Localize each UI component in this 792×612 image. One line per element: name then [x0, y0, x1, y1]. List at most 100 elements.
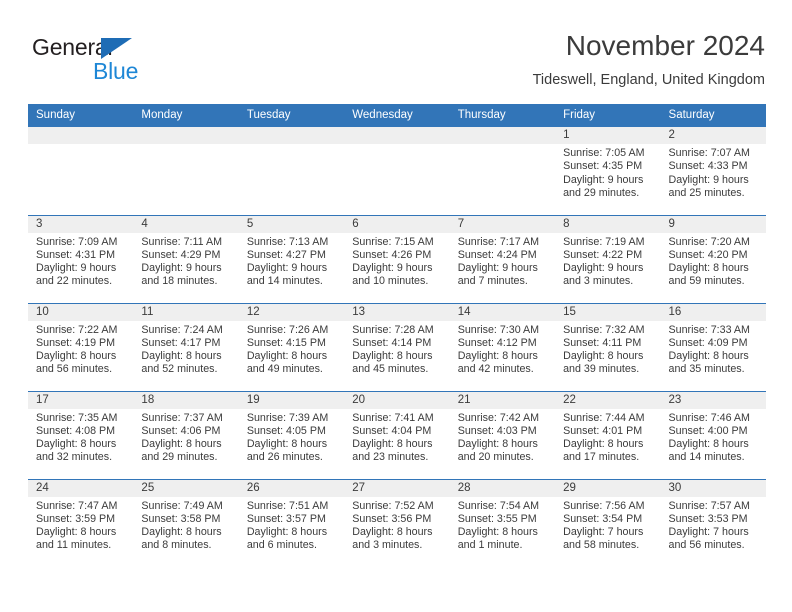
calendar-day-cell[interactable]: 10 Sunrise: 7:22 AM Sunset: 4:19 PM Dayligh…	[28, 302, 134, 391]
sunset-text: Sunset: 4:04 PM	[352, 424, 432, 437]
calendar-week-row: 1 Sunrise: 7:05 AM Sunset: 4:35 PM Daylight…	[28, 127, 766, 215]
calendar-day-cell[interactable]: 24 Sunrise: 7:47 AM Sunset: 3:59 PM Dayligh…	[28, 478, 134, 567]
sunset-text: Sunset: 3:57 PM	[246, 512, 326, 525]
day-number: 11	[133, 303, 239, 321]
daylight-text: Daylight: 8 hours and 49 minutes.	[246, 350, 328, 376]
calendar-day-cell[interactable]: 30 Sunrise: 7:57 AM Sunset: 3:53 PM Dayligh…	[660, 478, 766, 567]
sunrise-text: Sunrise: 7:41 AM	[352, 411, 434, 424]
day-number	[344, 127, 450, 144]
calendar-day-cell[interactable]: 12 Sunrise: 7:26 AM Sunset: 4:15 PM Dayligh…	[238, 302, 345, 391]
calendar-day-cell[interactable]: 16 Sunrise: 7:33 AM Sunset: 4:09 PM Dayligh…	[660, 302, 766, 391]
day-number: 18	[133, 391, 239, 409]
weekday-header-tuesday: Tuesday	[238, 104, 345, 127]
weekday-header-sunday: Sunday	[28, 104, 134, 127]
calendar-day-cell[interactable]: 8 Sunrise: 7:19 AM Sunset: 4:22 PM Daylight…	[555, 214, 661, 303]
day-number: 2	[660, 127, 766, 144]
sunrise-text: Sunrise: 7:30 AM	[457, 323, 540, 336]
sunrise-text: Sunrise: 7:26 AM	[246, 323, 329, 336]
daylight-text: Daylight: 8 hours and 52 minutes.	[141, 350, 222, 376]
weekday-header-wednesday: Wednesday	[344, 104, 450, 127]
daylight-text: Daylight: 8 hours and 20 minutes.	[457, 438, 538, 464]
sunset-text: Sunset: 4:05 PM	[246, 424, 326, 437]
sunset-text: Sunset: 4:35 PM	[563, 160, 643, 173]
sunrise-text: Sunrise: 7:44 AM	[563, 411, 645, 424]
calendar-day-cell[interactable]: 20 Sunrise: 7:41 AM Sunset: 4:04 PM Dayligh…	[344, 390, 450, 479]
day-number: 30	[660, 479, 766, 497]
calendar-day-cell[interactable]: 21 Sunrise: 7:42 AM Sunset: 4:03 PM Dayligh…	[449, 390, 556, 479]
day-details: Sunrise: 7:22 AM Sunset: 4:19 PM Daylight:…	[28, 321, 133, 377]
calendar-day-cell-empty	[238, 127, 345, 215]
calendar-day-cell[interactable]: 18 Sunrise: 7:37 AM Sunset: 4:06 PM Dayligh…	[133, 390, 239, 479]
day-number: 25	[133, 479, 239, 497]
day-details: Sunrise: 7:44 AM Sunset: 4:01 PM Daylight:…	[555, 409, 660, 465]
calendar-day-cell[interactable]: 19 Sunrise: 7:39 AM Sunset: 4:05 PM Dayligh…	[238, 390, 345, 479]
weekday-header-friday: Friday	[555, 104, 661, 127]
sunset-text: Sunset: 3:54 PM	[563, 512, 643, 525]
day-details: Sunrise: 7:13 AM Sunset: 4:27 PM Daylight:…	[239, 233, 344, 289]
calendar-day-cell[interactable]: 22 Sunrise: 7:44 AM Sunset: 4:01 PM Dayligh…	[555, 390, 661, 479]
sunrise-text: Sunrise: 7:05 AM	[563, 147, 645, 159]
daylight-text: Daylight: 8 hours and 17 minutes.	[563, 438, 644, 464]
calendar-day-cell[interactable]: 1 Sunrise: 7:05 AM Sunset: 4:35 PM Daylight…	[555, 127, 661, 215]
sunrise-text: Sunrise: 7:46 AM	[668, 411, 750, 424]
calendar-day-cell[interactable]: 17 Sunrise: 7:35 AM Sunset: 4:08 PM Dayligh…	[28, 390, 134, 479]
calendar-day-cell[interactable]: 25 Sunrise: 7:49 AM Sunset: 3:58 PM Dayligh…	[133, 478, 239, 567]
daylight-text: Daylight: 8 hours and 8 minutes.	[141, 526, 222, 552]
calendar-day-cell[interactable]: 5 Sunrise: 7:13 AM Sunset: 4:27 PM Daylight…	[238, 214, 345, 303]
calendar-week-row: 10 Sunrise: 7:22 AM Sunset: 4:19 PM Dayligh…	[28, 302, 766, 391]
daylight-text: Daylight: 7 hours and 58 minutes.	[563, 526, 644, 552]
sunset-text: Sunset: 4:33 PM	[668, 160, 748, 173]
location-subtitle: Tideswell, England, United Kingdom	[532, 72, 765, 88]
day-number: 13	[344, 303, 450, 321]
calendar-week-row: 24 Sunrise: 7:47 AM Sunset: 3:59 PM Dayligh…	[28, 478, 766, 567]
weekday-header-thursday: Thursday	[449, 104, 556, 127]
daylight-text: Daylight: 8 hours and 14 minutes.	[668, 438, 749, 464]
calendar-day-cell[interactable]: 9 Sunrise: 7:20 AM Sunset: 4:20 PM Daylight…	[660, 214, 766, 303]
calendar-day-cell[interactable]: 6 Sunrise: 7:15 AM Sunset: 4:26 PM Daylight…	[344, 214, 450, 303]
calendar-day-cell[interactable]: 7 Sunrise: 7:17 AM Sunset: 4:24 PM Daylight…	[449, 214, 556, 303]
calendar-day-cell[interactable]: 3 Sunrise: 7:09 AM Sunset: 4:31 PM Daylight…	[28, 214, 134, 303]
sunset-text: Sunset: 3:58 PM	[141, 512, 221, 525]
day-number	[133, 127, 239, 144]
sunrise-text: Sunrise: 7:11 AM	[141, 235, 223, 248]
day-number: 5	[238, 215, 345, 233]
daylight-text: Daylight: 8 hours and 6 minutes.	[246, 526, 328, 552]
calendar-day-cell[interactable]: 2 Sunrise: 7:07 AM Sunset: 4:33 PM Daylight…	[660, 127, 766, 215]
calendar-week-row: 17 Sunrise: 7:35 AM Sunset: 4:08 PM Dayligh…	[28, 390, 766, 479]
day-number: 27	[344, 479, 450, 497]
calendar-day-cell[interactable]: 27 Sunrise: 7:52 AM Sunset: 3:56 PM Dayligh…	[344, 478, 450, 567]
page-title: November 2024	[565, 30, 765, 61]
sunrise-text: Sunrise: 7:37 AM	[141, 411, 223, 424]
sunrise-text: Sunrise: 7:20 AM	[668, 235, 750, 248]
sunrise-text: Sunrise: 7:22 AM	[36, 323, 118, 336]
calendar-day-cell[interactable]: 29 Sunrise: 7:56 AM Sunset: 3:54 PM Dayligh…	[555, 478, 661, 567]
sunrise-text: Sunrise: 7:42 AM	[457, 411, 540, 424]
calendar-day-cell[interactable]: 26 Sunrise: 7:51 AM Sunset: 3:57 PM Dayligh…	[238, 478, 345, 567]
calendar-day-cell[interactable]: 14 Sunrise: 7:30 AM Sunset: 4:12 PM Dayligh…	[449, 302, 556, 391]
calendar-day-cell[interactable]: 11 Sunrise: 7:24 AM Sunset: 4:17 PM Dayligh…	[133, 302, 239, 391]
weekday-header-saturday: Saturday	[660, 104, 766, 127]
general-blue-logo[interactable]: General Blue	[32, 34, 192, 90]
day-number: 15	[555, 303, 661, 321]
weekday-header-monday: Monday	[133, 104, 239, 127]
calendar-day-cell[interactable]: 15 Sunrise: 7:32 AM Sunset: 4:11 PM Dayligh…	[555, 302, 661, 391]
calendar-day-cell[interactable]: 23 Sunrise: 7:46 AM Sunset: 4:00 PM Dayligh…	[660, 390, 766, 479]
calendar-day-cell[interactable]: 4 Sunrise: 7:11 AM Sunset: 4:29 PM Daylight…	[133, 214, 239, 303]
day-details: Sunrise: 7:15 AM Sunset: 4:26 PM Daylight:…	[344, 233, 449, 289]
calendar-day-cell-empty	[344, 127, 450, 215]
calendar-header-row: Sunday Monday Tuesday Wednesday Thursday Frid…	[28, 104, 766, 127]
day-details: Sunrise: 7:37 AM Sunset: 4:06 PM Daylight:…	[133, 409, 238, 465]
sunrise-text: Sunrise: 7:19 AM	[563, 235, 645, 248]
day-number: 22	[555, 391, 661, 409]
calendar-day-cell[interactable]: 28 Sunrise: 7:54 AM Sunset: 3:55 PM Dayligh…	[449, 478, 556, 567]
day-details: Sunrise: 7:52 AM Sunset: 3:56 PM Daylight:…	[344, 497, 449, 553]
sunset-text: Sunset: 4:24 PM	[457, 248, 537, 261]
daylight-text: Daylight: 9 hours and 22 minutes.	[36, 262, 117, 288]
daylight-text: Daylight: 8 hours and 3 minutes.	[352, 526, 433, 552]
sunrise-text: Sunrise: 7:56 AM	[563, 499, 645, 512]
calendar-day-cell[interactable]: 13 Sunrise: 7:28 AM Sunset: 4:14 PM Dayligh…	[344, 302, 450, 391]
daylight-text: Daylight: 9 hours and 14 minutes.	[246, 262, 328, 288]
logo-triangle-icon	[101, 38, 132, 59]
daylight-text: Daylight: 8 hours and 26 minutes.	[246, 438, 328, 464]
day-details: Sunrise: 7:11 AM Sunset: 4:29 PM Daylight:…	[133, 233, 238, 289]
